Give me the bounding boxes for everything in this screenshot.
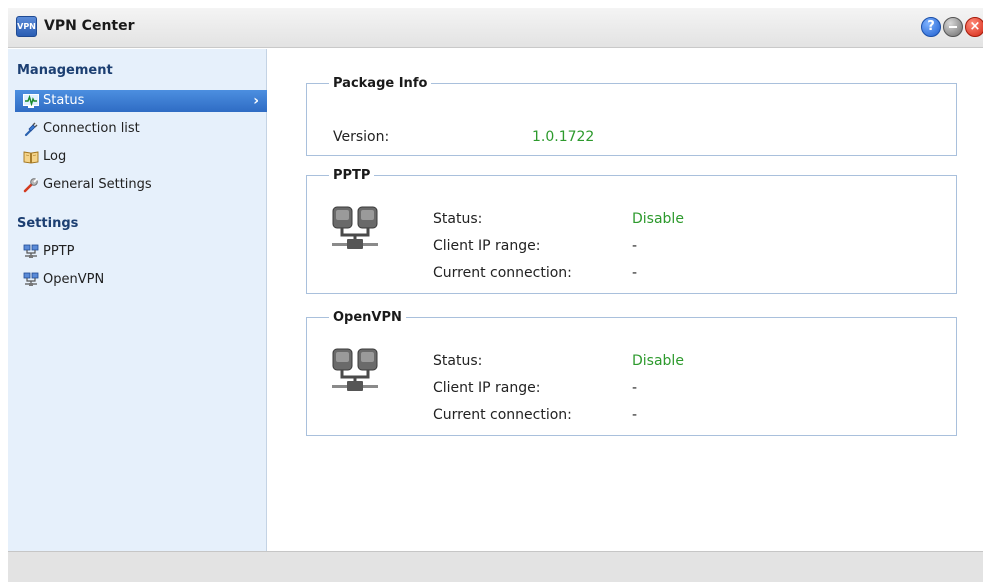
network-icon (23, 244, 39, 258)
sidebar-item-connection-list[interactable]: Connection list (15, 118, 267, 140)
window-left-edge (0, 0, 8, 582)
sidebar-item-log[interactable]: Log (15, 146, 267, 168)
status-monitor-icon (23, 94, 39, 108)
package-info-group: Package Info Version: 1.0.1722 (306, 76, 957, 156)
title-bar[interactable]: VPN VPN Center ? × (8, 8, 983, 48)
sidebar-item-label: Connection list (43, 121, 140, 136)
openvpn-current-connection-label: Current connection: (433, 407, 572, 423)
footer-bar (8, 551, 983, 582)
connection-plug-icon (24, 122, 38, 137)
wrench-icon (23, 178, 38, 193)
section-title-management: Management (17, 63, 113, 78)
sidebar-item-general-settings[interactable]: General Settings (15, 174, 267, 196)
sidebar-item-label: PPTP (43, 244, 75, 259)
window-title: VPN Center (44, 18, 135, 34)
minimize-button[interactable] (943, 17, 963, 37)
sidebar-item-status[interactable]: Status › (15, 90, 267, 112)
sidebar-item-openvpn[interactable]: OpenVPN (15, 269, 267, 291)
openvpn-ip-range-label: Client IP range: (433, 380, 541, 396)
main-panel: Package Info Version: 1.0.1722 PPTP Stat… (268, 49, 983, 551)
openvpn-current-connection-value: - (632, 407, 638, 423)
openvpn-status-value: Disable (632, 353, 684, 369)
sidebar-item-label: Status (43, 93, 85, 108)
pptp-status-label: Status: (433, 211, 483, 227)
pptp-current-connection-value: - (632, 265, 638, 281)
openvpn-group: OpenVPN Status: Disable Client IP range:… (306, 310, 957, 436)
sidebar-item-label: Log (43, 149, 67, 164)
openvpn-title: OpenVPN (333, 310, 402, 325)
pptp-ip-range-label: Client IP range: (433, 238, 541, 254)
close-button[interactable]: × (965, 17, 983, 37)
sidebar-item-label: OpenVPN (43, 272, 105, 287)
sidebar-item-label: General Settings (43, 177, 152, 192)
sidebar: Management Status › Connection list Log … (8, 49, 267, 551)
network-icon (23, 272, 39, 286)
sidebar-item-pptp[interactable]: PPTP (15, 241, 267, 263)
openvpn-ip-range-value: - (632, 380, 638, 396)
openvpn-status-label: Status: (433, 353, 483, 369)
version-label: Version: (333, 129, 390, 145)
pptp-group: PPTP Status: Disable Client IP range: - … (306, 168, 957, 294)
pptp-ip-range-value: - (632, 238, 638, 254)
book-icon (23, 151, 39, 164)
help-button[interactable]: ? (921, 17, 941, 37)
pptp-current-connection-label: Current connection: (433, 265, 572, 281)
vpn-server-icon (332, 348, 378, 391)
pptp-status-value: Disable (632, 211, 684, 227)
vpn-center-window: VPN VPN Center ? × Management Status › C… (0, 0, 983, 582)
vpn-app-icon: VPN (16, 16, 37, 37)
package-info-title: Package Info (333, 76, 428, 91)
vpn-server-icon (332, 206, 378, 249)
version-value: 1.0.1722 (532, 129, 595, 145)
section-title-settings: Settings (17, 216, 79, 231)
pptp-title: PPTP (333, 168, 371, 183)
chevron-right-icon: › (253, 93, 259, 109)
